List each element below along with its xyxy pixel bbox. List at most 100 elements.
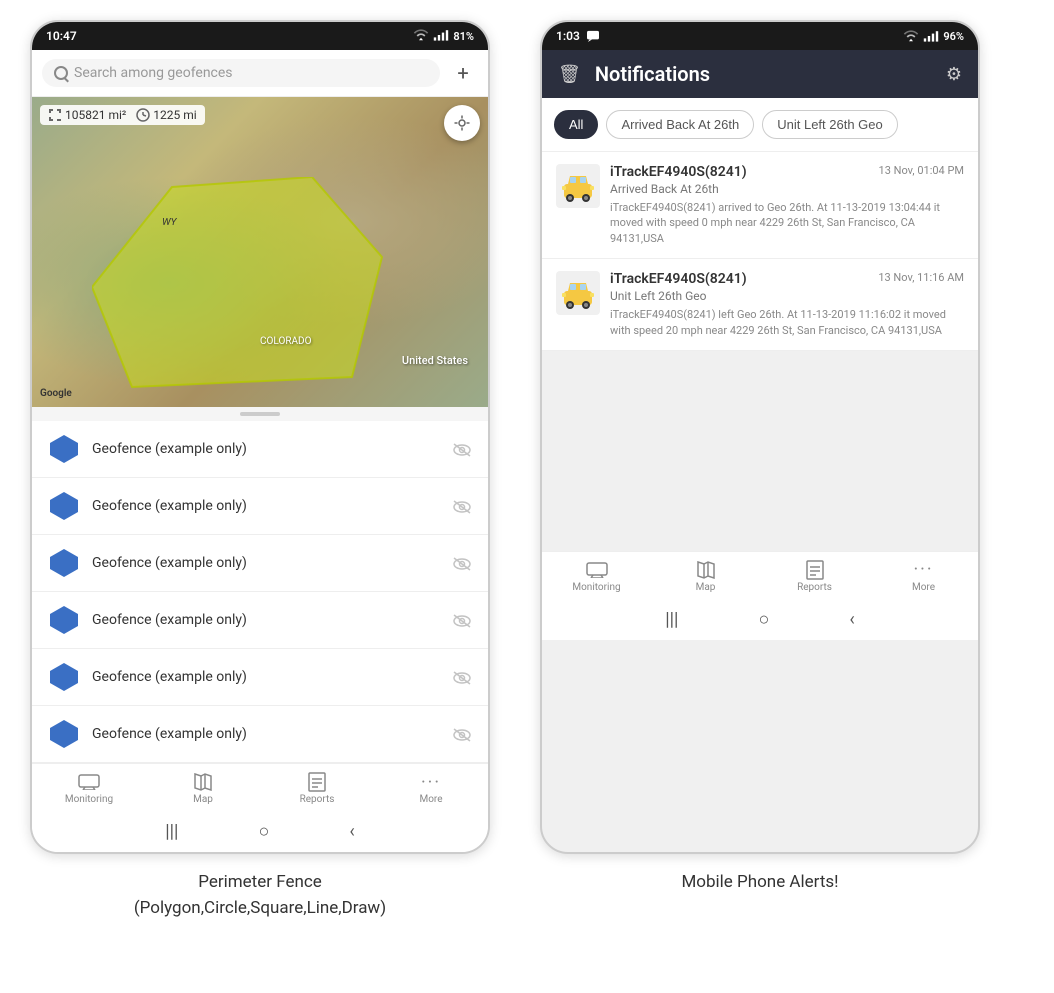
visibility-icon[interactable] bbox=[452, 670, 472, 684]
notif-desc-1: iTrackEF4940S(8241) arrived to Geo 26th.… bbox=[610, 200, 964, 246]
android-menu-btn-right[interactable]: ||| bbox=[665, 609, 678, 630]
android-nav-right: ||| ○ ‹ bbox=[542, 599, 978, 640]
area-icon bbox=[48, 108, 62, 122]
list-item[interactable]: Geofence (example only) bbox=[32, 706, 488, 763]
nav-more-label-right: More bbox=[912, 582, 935, 593]
bottom-nav-right: Monitoring Map bbox=[542, 551, 978, 599]
notif-top-row-2: iTrackEF4940S(8241) 13 Nov, 11:16 AM bbox=[610, 271, 964, 287]
nav-map-right[interactable]: Map bbox=[651, 558, 760, 595]
reports-icon bbox=[305, 772, 329, 792]
android-back-btn[interactable]: ‹ bbox=[349, 821, 354, 842]
battery-right: 96% bbox=[943, 30, 964, 43]
status-icons-right: 96% bbox=[903, 30, 964, 43]
nav-monitoring-right[interactable]: Monitoring bbox=[542, 558, 651, 595]
nav-more-right[interactable]: ··· More bbox=[869, 558, 978, 595]
filter-arrived[interactable]: Arrived Back At 26th bbox=[606, 110, 754, 139]
geofence-label: Geofence (example only) bbox=[92, 555, 440, 571]
android-nav-left: ||| ○ ‹ bbox=[32, 811, 488, 852]
android-menu-btn[interactable]: ||| bbox=[165, 821, 178, 842]
nav-map-label-right: Map bbox=[696, 582, 716, 593]
visibility-icon[interactable] bbox=[452, 499, 472, 513]
notif-device-2: iTrackEF4940S(8241) bbox=[610, 271, 747, 287]
caption-left: Perimeter Fence(Polygon,Circle,Square,Li… bbox=[30, 870, 490, 921]
map-area[interactable]: 105821 mi² 1225 mi bbox=[32, 97, 488, 407]
filter-all[interactable]: All bbox=[554, 110, 598, 139]
map-label-wy: WY bbox=[162, 217, 176, 228]
map-label-co: COLORADO bbox=[260, 336, 311, 347]
geofence-label: Geofence (example only) bbox=[92, 726, 440, 742]
filter-left[interactable]: Unit Left 26th Geo bbox=[762, 110, 898, 139]
android-home-btn-right[interactable]: ○ bbox=[758, 609, 769, 630]
bottom-nav-left: Monitoring Map bbox=[32, 763, 488, 811]
nav-monitoring-label-right: Monitoring bbox=[572, 582, 620, 593]
chat-icon bbox=[586, 30, 600, 42]
car-icon-1 bbox=[556, 164, 600, 208]
search-placeholder: Search among geofences bbox=[74, 65, 233, 81]
location-button[interactable] bbox=[444, 105, 480, 141]
geofence-icon bbox=[48, 433, 80, 465]
geofence-icon bbox=[48, 718, 80, 750]
notif-desc-2: iTrackEF4940S(8241) left Geo 26th. At 11… bbox=[610, 307, 964, 338]
status-bar-right: 1:03 96% bbox=[542, 22, 978, 50]
status-time-right: 1:03 bbox=[556, 29, 580, 43]
geofence-icon bbox=[48, 661, 80, 693]
google-logo: Google bbox=[40, 388, 72, 399]
status-bar-left: 10:47 81% bbox=[32, 22, 488, 50]
visibility-icon[interactable] bbox=[452, 556, 472, 570]
nav-reports[interactable]: Reports bbox=[260, 770, 374, 807]
nav-monitoring[interactable]: Monitoring bbox=[32, 770, 146, 807]
caption-left-text: Perimeter Fence(Polygon,Circle,Square,Li… bbox=[134, 872, 386, 918]
notifications-title: Notifications bbox=[595, 62, 932, 86]
notification-content-1: iTrackEF4940S(8241) 13 Nov, 01:04 PM Arr… bbox=[610, 164, 964, 246]
nav-more-label: More bbox=[419, 794, 442, 805]
nav-reports-right[interactable]: Reports bbox=[760, 558, 869, 595]
nav-more[interactable]: ··· More bbox=[374, 770, 488, 807]
map-label-us: United States bbox=[402, 354, 468, 367]
search-bar: Search among geofences + bbox=[32, 50, 488, 97]
map-background: 105821 mi² 1225 mi bbox=[32, 97, 488, 407]
captions: Perimeter Fence(Polygon,Circle,Square,Li… bbox=[0, 854, 1054, 921]
reports-icon-right bbox=[803, 560, 827, 580]
map-icon-right bbox=[694, 560, 718, 580]
notification-item[interactable]: iTrackEF4940S(8241) 13 Nov, 11:16 AM Uni… bbox=[542, 259, 978, 351]
notification-item[interactable]: iTrackEF4940S(8241) 13 Nov, 01:04 PM Arr… bbox=[542, 152, 978, 259]
car-icon-2 bbox=[556, 271, 600, 315]
visibility-icon[interactable] bbox=[452, 613, 472, 627]
list-item[interactable]: Geofence (example only) bbox=[32, 421, 488, 478]
monitoring-icon bbox=[77, 772, 101, 792]
status-time-left: 10:47 bbox=[46, 29, 77, 43]
status-icons-left: 81% bbox=[413, 29, 474, 44]
list-item[interactable]: Geofence (example only) bbox=[32, 592, 488, 649]
android-home-btn[interactable]: ○ bbox=[258, 821, 269, 842]
nav-monitoring-label: Monitoring bbox=[65, 794, 113, 805]
map-icon bbox=[191, 772, 215, 792]
visibility-icon[interactable] bbox=[452, 727, 472, 741]
distance-stat: 1225 mi bbox=[136, 108, 196, 122]
search-input-wrapper[interactable]: Search among geofences bbox=[42, 59, 440, 87]
visibility-icon[interactable] bbox=[452, 442, 472, 456]
trash-icon[interactable]: 🗑 bbox=[558, 64, 581, 85]
android-back-btn-right[interactable]: ‹ bbox=[849, 609, 854, 630]
geofence-polygon bbox=[92, 177, 392, 397]
notification-list: iTrackEF4940S(8241) 13 Nov, 01:04 PM Arr… bbox=[542, 152, 978, 351]
nav-reports-label: Reports bbox=[300, 794, 335, 805]
add-geofence-button[interactable]: + bbox=[448, 58, 478, 88]
more-icon: ··· bbox=[419, 772, 443, 792]
settings-icon[interactable]: ⚙ bbox=[946, 64, 962, 85]
notification-content-2: iTrackEF4940S(8241) 13 Nov, 11:16 AM Uni… bbox=[610, 271, 964, 338]
list-item[interactable]: Geofence (example only) bbox=[32, 535, 488, 592]
nav-map-label: Map bbox=[193, 794, 213, 805]
caption-right-text: Mobile Phone Alerts! bbox=[681, 872, 838, 892]
map-stats: 105821 mi² 1225 mi bbox=[40, 105, 205, 125]
notif-device-1: iTrackEF4940S(8241) bbox=[610, 164, 747, 180]
nav-map[interactable]: Map bbox=[146, 770, 260, 807]
geofence-label: Geofence (example only) bbox=[92, 498, 440, 514]
area-stat: 105821 mi² bbox=[48, 108, 126, 122]
scroll-pill bbox=[240, 412, 280, 416]
geofence-icon bbox=[48, 547, 80, 579]
list-item[interactable]: Geofence (example only) bbox=[32, 649, 488, 706]
notif-event-1: Arrived Back At 26th bbox=[610, 182, 964, 196]
filter-tabs: All Arrived Back At 26th Unit Left 26th … bbox=[542, 98, 978, 152]
geofence-list: Geofence (example only) Geofence (exampl… bbox=[32, 421, 488, 763]
list-item[interactable]: Geofence (example only) bbox=[32, 478, 488, 535]
